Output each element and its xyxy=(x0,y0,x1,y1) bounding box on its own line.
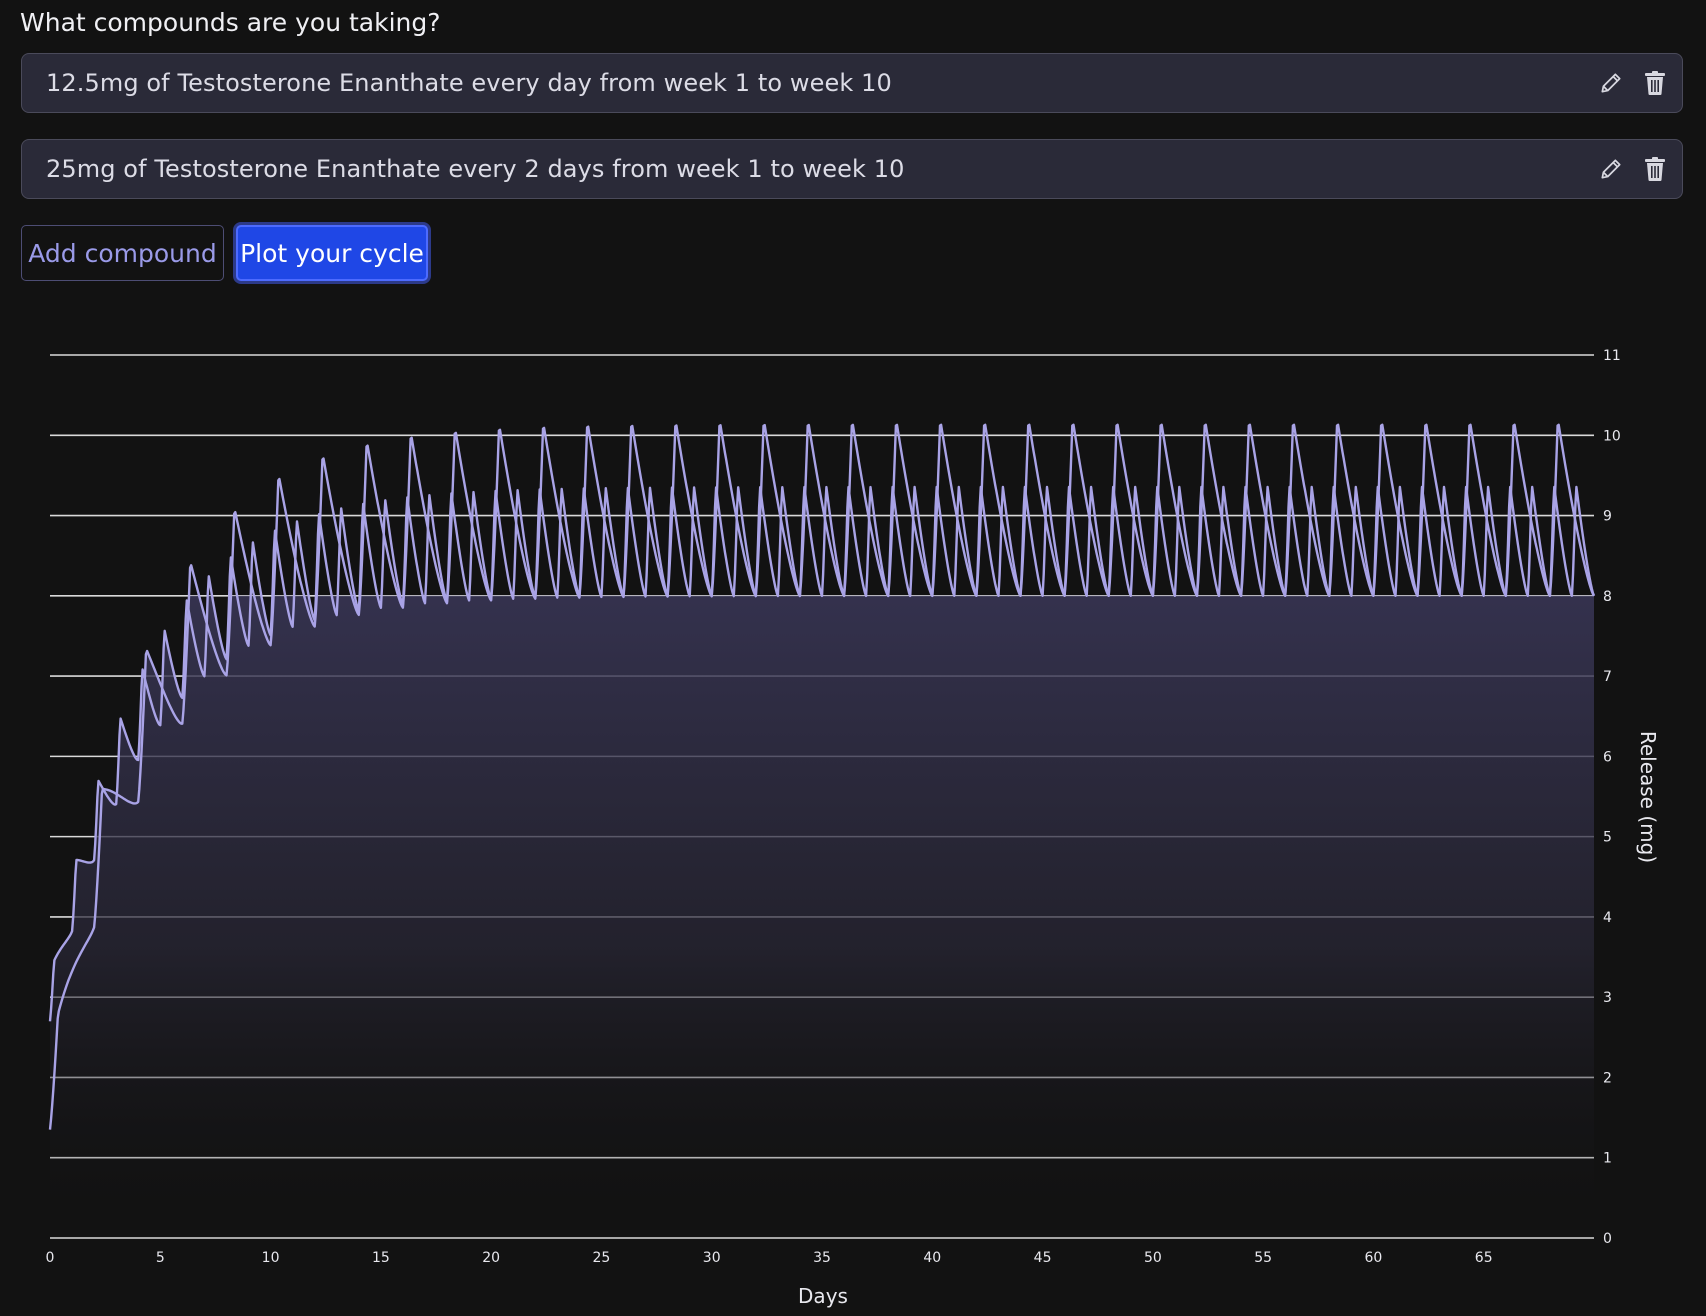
compound-label: 25mg of Testosterone Enanthate every 2 d… xyxy=(46,155,905,183)
y-tick-label: 8 xyxy=(1603,589,1612,605)
question-label: What compounds are you taking? xyxy=(20,8,441,37)
x-tick-label: 30 xyxy=(703,1250,721,1266)
x-tick-label: 65 xyxy=(1475,1250,1493,1266)
pencil-icon[interactable] xyxy=(1596,154,1626,184)
y-axis-label: Release (mg) xyxy=(1636,731,1660,863)
y-tick-label: 11 xyxy=(1603,348,1621,364)
x-tick-label: 0 xyxy=(46,1250,55,1266)
plot-cycle-button[interactable]: Plot your cycle xyxy=(236,225,428,281)
x-tick-label: 5 xyxy=(156,1250,165,1266)
trash-icon[interactable] xyxy=(1640,68,1670,98)
release-chart: 012345678910110 5 10 15 20 25 30 35 40 45 50 55 60 65… xyxy=(46,348,1660,1308)
x-tick-label: 15 xyxy=(372,1250,390,1266)
x-tick-label: 60 xyxy=(1365,1250,1383,1266)
x-axis-label: Days xyxy=(798,1284,848,1308)
compound-item-2[interactable]: 25mg of Testosterone Enanthate every 2 d… xyxy=(21,139,1683,199)
y-tick-label: 4 xyxy=(1603,910,1612,926)
x-tick-label: 20 xyxy=(482,1250,500,1266)
add-compound-button[interactable]: Add compound xyxy=(21,225,224,281)
y-tick-label: 10 xyxy=(1603,428,1621,444)
y-tick-label: 3 xyxy=(1603,990,1612,1006)
trash-icon[interactable] xyxy=(1640,154,1670,184)
x-tick-label: 55 xyxy=(1254,1250,1272,1266)
x-tick-label: 10 xyxy=(262,1250,280,1266)
y-tick-label: 1 xyxy=(1603,1151,1612,1167)
y-tick-label: 9 xyxy=(1603,509,1612,525)
compound-label: 12.5mg of Testosterone Enanthate every d… xyxy=(46,69,892,97)
area-fill xyxy=(50,595,1594,1238)
x-tick-label: 35 xyxy=(813,1250,831,1266)
compound-item-1[interactable]: 12.5mg of Testosterone Enanthate every d… xyxy=(21,53,1683,113)
y-tick-label: 7 xyxy=(1603,669,1612,685)
x-tick-label: 45 xyxy=(1034,1250,1052,1266)
y-tick-label: 2 xyxy=(1603,1070,1612,1086)
y-tick-label: 0 xyxy=(1603,1231,1612,1247)
x-tick-label: 25 xyxy=(593,1250,611,1266)
y-tick-label: 5 xyxy=(1603,830,1612,846)
y-tick-label: 6 xyxy=(1603,749,1612,765)
x-tick-label: 40 xyxy=(923,1250,941,1266)
x-tick-label: 50 xyxy=(1144,1250,1162,1266)
pencil-icon[interactable] xyxy=(1596,68,1626,98)
page: What compounds are you taking? 12.5mg of… xyxy=(0,0,1706,1316)
